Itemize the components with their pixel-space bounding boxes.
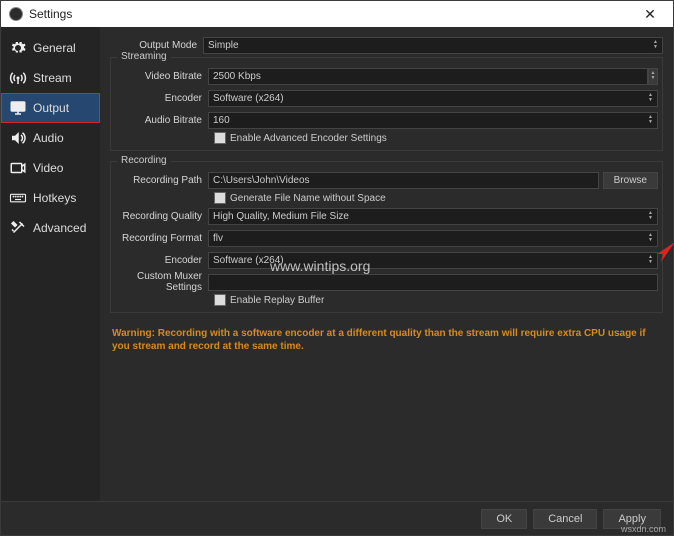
sidebar-item-label: Stream: [33, 71, 72, 85]
sidebar-item-audio[interactable]: Audio: [1, 123, 100, 153]
tools-icon: [9, 219, 27, 237]
recording-format-select[interactable]: flv ▲▼: [208, 230, 658, 247]
chevron-updown-icon: ▲▼: [648, 115, 653, 125]
close-icon[interactable]: ✕: [635, 6, 665, 23]
ok-button[interactable]: OK: [481, 509, 527, 529]
titlebar: Settings ✕: [1, 1, 673, 27]
antenna-icon: [9, 69, 27, 87]
recording-group: Recording Recording Path C:\Users\John\V…: [110, 161, 663, 313]
chevron-updown-icon: ▲▼: [648, 233, 653, 243]
footer: OK Cancel Apply: [1, 501, 673, 535]
gen-filename-checkbox[interactable]: [214, 192, 226, 204]
chevron-updown-icon: ▲▼: [648, 255, 653, 265]
sidebar-item-label: Audio: [33, 131, 64, 145]
sidebar-item-label: Hotkeys: [33, 191, 76, 205]
recording-encoder-label: Encoder: [115, 255, 208, 266]
streaming-title: Streaming: [117, 51, 171, 62]
monitor-icon: [9, 99, 27, 117]
keyboard-icon: [9, 189, 27, 207]
replay-buffer-checkbox[interactable]: [214, 294, 226, 306]
replay-buffer-label: Enable Replay Buffer: [230, 295, 324, 306]
gen-filename-label: Generate File Name without Space: [230, 193, 386, 204]
stream-encoder-select[interactable]: Software (x264) ▲▼: [208, 90, 658, 107]
speaker-icon: [9, 129, 27, 147]
recording-format-label: Recording Format: [115, 233, 208, 244]
output-mode-label: Output Mode: [110, 40, 203, 51]
recording-quality-label: Recording Quality: [115, 211, 208, 222]
sidebar-item-hotkeys[interactable]: Hotkeys: [1, 183, 100, 213]
recording-title: Recording: [117, 155, 171, 166]
sidebar-item-video[interactable]: Video: [1, 153, 100, 183]
warning-text: Warning: Recording with a software encod…: [110, 323, 663, 357]
recording-quality-select[interactable]: High Quality, Medium File Size ▲▼: [208, 208, 658, 225]
sidebar-item-output[interactable]: Output: [1, 93, 100, 123]
sidebar: General Stream Output Audio Video Hotkey…: [1, 27, 100, 501]
cancel-button[interactable]: Cancel: [533, 509, 597, 529]
gear-icon: [9, 39, 27, 57]
chevron-updown-icon: ▲▼: [648, 93, 653, 103]
window-title: Settings: [29, 7, 72, 21]
sidebar-item-label: Advanced: [33, 221, 86, 235]
browse-button[interactable]: Browse: [603, 172, 658, 189]
app-icon: [9, 7, 23, 21]
video-icon: [9, 159, 27, 177]
audio-bitrate-select[interactable]: 160 ▲▼: [208, 112, 658, 129]
sidebar-item-general[interactable]: General: [1, 33, 100, 63]
enable-advanced-checkbox[interactable]: [214, 132, 226, 144]
sidebar-item-advanced[interactable]: Advanced: [1, 213, 100, 243]
recording-path-label: Recording Path: [115, 175, 208, 186]
video-bitrate-input[interactable]: 2500 Kbps: [208, 68, 648, 85]
audio-bitrate-label: Audio Bitrate: [115, 115, 208, 126]
stream-encoder-label: Encoder: [115, 93, 208, 104]
streaming-group: Streaming Video Bitrate 2500 Kbps ▲▼ Enc…: [110, 57, 663, 151]
muxer-label: Custom Muxer Settings: [115, 271, 208, 293]
video-bitrate-spinner[interactable]: ▲▼: [648, 68, 658, 85]
enable-advanced-label: Enable Advanced Encoder Settings: [230, 133, 387, 144]
muxer-input[interactable]: [208, 274, 658, 291]
sidebar-item-label: Video: [33, 161, 63, 175]
apply-button[interactable]: Apply: [603, 509, 661, 529]
chevron-updown-icon: ▲▼: [648, 211, 653, 221]
content-panel: Output Mode Simple ▲▼ Streaming Video Bi…: [100, 27, 673, 501]
sidebar-item-stream[interactable]: Stream: [1, 63, 100, 93]
chevron-updown-icon: ▲▼: [653, 40, 658, 50]
output-mode-select[interactable]: Simple ▲▼: [203, 37, 663, 54]
sidebar-item-label: Output: [33, 101, 69, 115]
recording-encoder-select[interactable]: Software (x264) ▲▼: [208, 252, 658, 269]
settings-window: Settings ✕ General Stream Output Audio: [0, 0, 674, 536]
video-bitrate-label: Video Bitrate: [115, 71, 208, 82]
recording-path-input[interactable]: C:\Users\John\Videos: [208, 172, 599, 189]
sidebar-item-label: General: [33, 41, 76, 55]
